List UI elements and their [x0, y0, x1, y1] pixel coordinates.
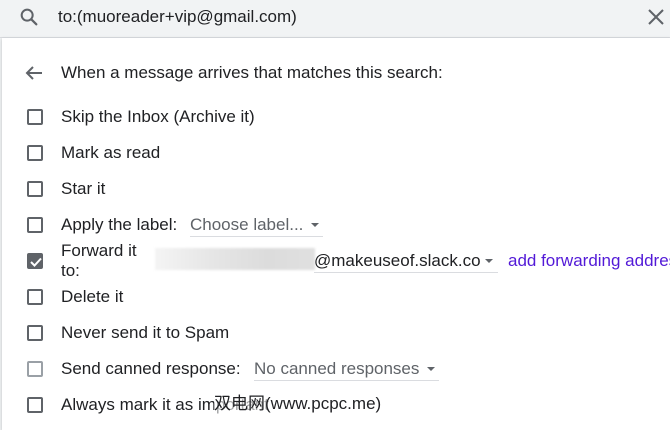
forward-address-value: @makeuseof.slack.co	[314, 251, 481, 270]
canned-response-dropdown[interactable]: No canned responses	[254, 358, 440, 381]
back-arrow-icon[interactable]	[24, 63, 44, 83]
mark-as-read-label: Mark as read	[61, 143, 161, 162]
mark-important-checkbox[interactable]	[27, 397, 43, 413]
dropdown-arrow-icon	[485, 259, 493, 263]
label-dropdown-value: Choose label...	[190, 215, 304, 234]
checkmark-icon	[30, 257, 42, 267]
delete-it-checkbox[interactable]	[27, 289, 43, 305]
never-spam-label: Never send it to Spam	[61, 323, 230, 342]
apply-label-label: Apply the label:	[61, 215, 178, 234]
canned-response-label: Send canned response:	[61, 359, 241, 378]
canned-response-value: No canned responses	[254, 359, 420, 378]
dropdown-arrow-icon	[427, 367, 436, 371]
label-dropdown[interactable]: Choose label...	[190, 214, 324, 237]
search-query[interactable]: to:(muoreader+vip@gmail.com)	[58, 6, 297, 28]
watermark: 双电网(www.pcpc.me)	[214, 393, 382, 415]
add-forwarding-address-link[interactable]: add forwarding address	[508, 250, 670, 272]
delete-it-label: Delete it	[61, 287, 124, 306]
apply-label-checkbox[interactable]	[27, 217, 43, 233]
forward-it-label-line2: to:	[61, 261, 80, 280]
never-spam-checkbox[interactable]	[27, 325, 43, 341]
skip-inbox-checkbox[interactable]	[27, 109, 43, 125]
forward-it-label-line1: Forward it	[61, 241, 137, 260]
close-icon[interactable]	[647, 8, 665, 26]
canned-response-checkbox[interactable]	[27, 361, 43, 377]
filter-header: When a message arrives that matches this…	[61, 63, 443, 82]
redacted-address	[155, 248, 315, 270]
star-it-label: Star it	[61, 179, 106, 198]
forward-it-checkbox[interactable]	[27, 253, 43, 269]
mark-as-read-checkbox[interactable]	[27, 145, 43, 161]
skip-inbox-label: Skip the Inbox (Archive it)	[61, 107, 255, 126]
search-bar[interactable]: to:(muoreader+vip@gmail.com)	[0, 0, 670, 38]
search-icon[interactable]	[18, 6, 40, 28]
dropdown-arrow-icon	[311, 223, 320, 227]
star-it-checkbox[interactable]	[27, 181, 43, 197]
forward-address-dropdown[interactable]: @makeuseof.slack.co	[314, 250, 498, 273]
